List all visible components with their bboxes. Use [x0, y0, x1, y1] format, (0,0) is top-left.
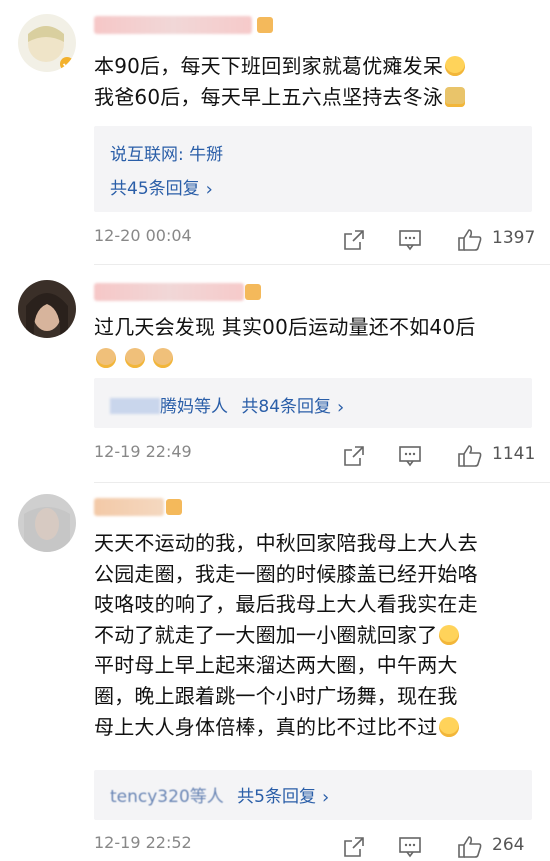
reply-preview-box[interactable]: 腾妈等人 共84条回复 ›	[94, 378, 532, 428]
blurred-username	[110, 398, 160, 414]
reply-preview-box[interactable]: tency320等人 共5条回复 ›	[94, 770, 532, 820]
avatar[interactable]	[18, 14, 76, 72]
username[interactable]	[94, 498, 164, 516]
view-replies-link[interactable]: tency320等人 共5条回复 ›	[110, 782, 330, 808]
comment-meta: 12-19 22:52 264	[94, 833, 534, 861]
avatar[interactable]	[18, 494, 76, 552]
dog-emoji-icon	[153, 347, 174, 368]
comment-text: 本90后，每天下班回到家就葛优瘫发呆 我爸60后，每天早上五六点坚持去冬泳	[94, 51, 534, 112]
dog-emoji-icon	[96, 347, 116, 368]
member-badge-icon	[166, 499, 182, 515]
dog-emoji-icon	[124, 347, 145, 368]
comment-icon[interactable]	[396, 833, 424, 861]
timestamp: 12-19 22:52	[94, 833, 192, 852]
comment-text: 天天不运动的我，中秋回家陪我母上大人去 公园走圈，我走一圈的时候膝盖已经开始咯 …	[94, 531, 478, 739]
share-icon[interactable]	[340, 833, 368, 861]
emoji-icon	[445, 56, 466, 76]
share-icon[interactable]	[340, 442, 368, 470]
comment-icon[interactable]	[396, 226, 424, 254]
view-replies-link[interactable]: 共45条回复 ›	[110, 174, 213, 200]
comment-icon[interactable]	[396, 442, 424, 470]
divider	[94, 264, 550, 265]
timestamp: 12-19 22:49	[94, 442, 192, 461]
comment-meta: 12-19 22:49 1141	[94, 442, 536, 470]
like-count: 264	[492, 835, 525, 855]
avatar[interactable]	[18, 280, 76, 338]
thumbs-up-icon[interactable]	[456, 226, 484, 254]
username[interactable]	[94, 16, 252, 34]
chevron-right-icon: ›	[205, 179, 213, 200]
like-count: 1141	[492, 444, 536, 464]
chevron-right-icon: ›	[337, 397, 345, 418]
thumbs-up-icon[interactable]	[456, 442, 484, 470]
view-replies-link[interactable]: 腾妈等人 共84条回复 ›	[110, 392, 345, 418]
timestamp: 12-20 00:04	[94, 226, 192, 245]
reply-preview-box[interactable]: 说互联网: 牛掰 共45条回复 ›	[94, 126, 532, 212]
laughing-emoji-icon	[439, 716, 460, 737]
member-badge-icon	[245, 284, 261, 300]
reply-preview[interactable]: 说互联网: 牛掰	[110, 140, 223, 165]
member-badge-icon	[257, 17, 273, 33]
chevron-right-icon: ›	[322, 787, 330, 808]
thumbs-up-icon[interactable]	[456, 833, 484, 861]
divider	[94, 482, 550, 483]
comment-meta: 12-20 00:04 1397	[94, 226, 536, 254]
share-icon[interactable]	[340, 226, 368, 254]
like-count: 1397	[492, 228, 536, 248]
comment-text: 过几天会发现 其实00后运动量还不如40后	[94, 312, 534, 373]
username[interactable]	[94, 283, 244, 301]
laughing-emoji-icon	[439, 624, 460, 645]
emoji-icon	[445, 86, 466, 107]
